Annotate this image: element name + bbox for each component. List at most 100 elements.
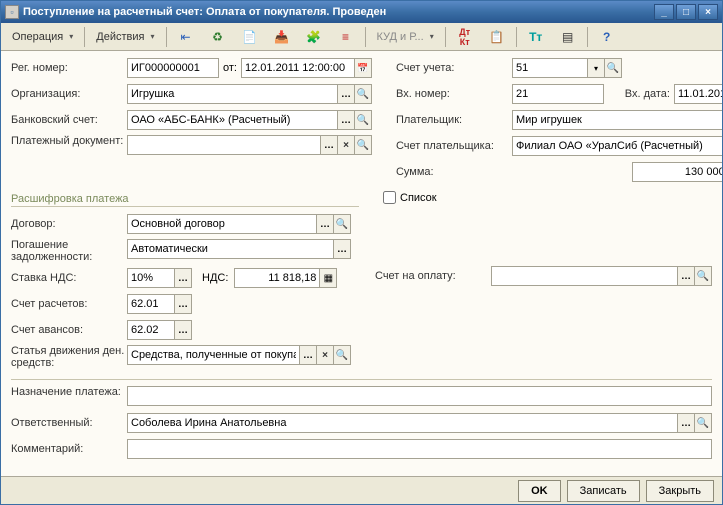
cash-flow-select-button[interactable] — [299, 345, 317, 365]
comment-input[interactable] — [127, 439, 712, 459]
date-input[interactable] — [241, 58, 355, 78]
separator — [445, 27, 446, 47]
responsible-open-button[interactable] — [694, 413, 712, 433]
toolbar-report-icon[interactable]: 📋 — [482, 26, 512, 48]
calendar-icon[interactable] — [354, 58, 372, 78]
invoice-account-input[interactable] — [491, 266, 678, 286]
cash-flow-input[interactable] — [127, 345, 300, 365]
in-date-input[interactable] — [674, 84, 722, 104]
toolbar-back-icon[interactable]: ⇤ — [171, 26, 201, 48]
payment-doc-select-button[interactable] — [320, 135, 338, 155]
label-contract: Договор: — [11, 218, 127, 230]
invoice-account-select-button[interactable] — [677, 266, 695, 286]
separator — [516, 27, 517, 47]
account-calc-input[interactable] — [127, 294, 175, 314]
kudir-menu[interactable]: КУД и Р... — [370, 26, 441, 48]
label-vat-rate: Ставка НДС: — [11, 272, 127, 284]
toolbar-refresh-icon[interactable]: ♻ — [203, 26, 233, 48]
label-in-date: Вх. дата: — [604, 88, 674, 100]
contract-select-button[interactable] — [316, 214, 334, 234]
toolbar-help-icon[interactable]: ? — [592, 26, 622, 48]
toolbar-base-icon[interactable]: 🧩 — [299, 26, 329, 48]
organization-input[interactable] — [127, 84, 338, 104]
window-title: Поступление на расчетный счет: Оплата от… — [23, 6, 654, 18]
account-open-button[interactable] — [604, 58, 622, 78]
toolbar-list-icon[interactable]: ≡ — [331, 26, 361, 48]
label-vat: НДС: — [202, 272, 228, 284]
label-in-no: Вх. номер: — [396, 88, 512, 100]
label-account-advance: Счет авансов: — [11, 324, 127, 336]
list-checkbox-wrapper[interactable]: Список — [379, 188, 437, 207]
label-reg-no: Рег. номер: — [11, 62, 127, 74]
title-bar: ▫ Поступление на расчетный счет: Оплата … — [1, 1, 722, 23]
organization-open-button[interactable] — [354, 84, 372, 104]
account-advance-input[interactable] — [127, 320, 175, 340]
bank-account-open-button[interactable] — [354, 110, 372, 130]
bank-account-input[interactable] — [127, 110, 338, 130]
payer-account-input[interactable] — [512, 136, 722, 156]
separator — [166, 27, 167, 47]
maximize-button[interactable]: □ — [676, 4, 696, 20]
organization-select-button[interactable] — [337, 84, 355, 104]
account-dropdown-button[interactable] — [587, 58, 605, 78]
label-account-calc: Счет расчетов: — [11, 298, 127, 310]
close-window-button[interactable]: × — [698, 4, 718, 20]
label-payer-account: Счет плательщика: — [396, 140, 512, 152]
account-calc-select-button[interactable] — [174, 294, 192, 314]
toolbar-tt-icon[interactable]: Тт — [521, 26, 551, 48]
account-input[interactable] — [512, 58, 588, 78]
payment-doc-input[interactable] — [127, 135, 321, 155]
actions-menu[interactable]: Действия — [89, 26, 161, 48]
responsible-input[interactable] — [127, 413, 678, 433]
vat-rate-input[interactable] — [127, 268, 175, 288]
payment-doc-open-button[interactable] — [354, 135, 372, 155]
sum-input[interactable] — [632, 162, 722, 182]
label-payer: Плательщик: — [396, 114, 512, 126]
footer-bar: OK Записать Закрыть — [1, 476, 722, 504]
bank-account-select-button[interactable] — [337, 110, 355, 130]
debt-repay-input[interactable] — [127, 239, 334, 259]
invoice-account-open-button[interactable] — [694, 266, 712, 286]
purpose-input[interactable] — [127, 386, 712, 406]
separator — [84, 27, 85, 47]
debt-repay-select-button[interactable] — [333, 239, 351, 259]
list-checkbox[interactable] — [383, 191, 396, 204]
label-cash-flow: Статья движения ден. средств: — [11, 345, 127, 369]
label-purpose: Назначение платежа: — [11, 386, 127, 398]
form-content: Рег. номер: от: Организация: Банковский … — [1, 51, 722, 476]
minimize-button[interactable]: _ — [654, 4, 674, 20]
payment-doc-clear-button[interactable] — [337, 135, 355, 155]
cash-flow-clear-button[interactable] — [316, 345, 334, 365]
app-icon: ▫ — [5, 5, 19, 19]
label-from: от: — [223, 62, 237, 74]
cash-flow-open-button[interactable] — [333, 345, 351, 365]
label-sum: Сумма: — [396, 166, 512, 178]
label-comment: Комментарий: — [11, 443, 127, 455]
toolbar-post-icon[interactable]: 📥 — [267, 26, 297, 48]
operation-menu[interactable]: Операция — [5, 26, 80, 48]
toolbar-doc-icon[interactable]: 📄 — [235, 26, 265, 48]
vat-input[interactable] — [234, 268, 320, 288]
toolbar: Операция Действия ⇤ ♻ 📄 📥 🧩 ≡ КУД и Р...… — [1, 23, 722, 51]
separator — [365, 27, 366, 47]
write-button[interactable]: Записать — [567, 480, 640, 502]
payer-input[interactable] — [512, 110, 722, 130]
ok-button[interactable]: OK — [518, 480, 561, 502]
account-advance-select-button[interactable] — [174, 320, 192, 340]
vat-calc-button[interactable] — [319, 268, 337, 288]
label-responsible: Ответственный: — [11, 417, 127, 429]
reg-no-input[interactable] — [127, 58, 219, 78]
in-no-input[interactable] — [512, 84, 604, 104]
label-debt-repay: Погашение задолженности: — [11, 239, 127, 263]
close-button[interactable]: Закрыть — [646, 480, 714, 502]
vat-rate-select-button[interactable] — [174, 268, 192, 288]
responsible-select-button[interactable] — [677, 413, 695, 433]
section-payment-title: Расшифровка платежа — [11, 193, 359, 207]
toolbar-dtkt-icon[interactable]: ДтКт — [450, 26, 480, 48]
toolbar-table-icon[interactable]: ▤ — [553, 26, 583, 48]
label-organization: Организация: — [11, 88, 127, 100]
contract-input[interactable] — [127, 214, 317, 234]
label-list: Список — [400, 192, 437, 204]
label-invoice-account: Счет на оплату: — [375, 270, 491, 282]
contract-open-button[interactable] — [333, 214, 351, 234]
